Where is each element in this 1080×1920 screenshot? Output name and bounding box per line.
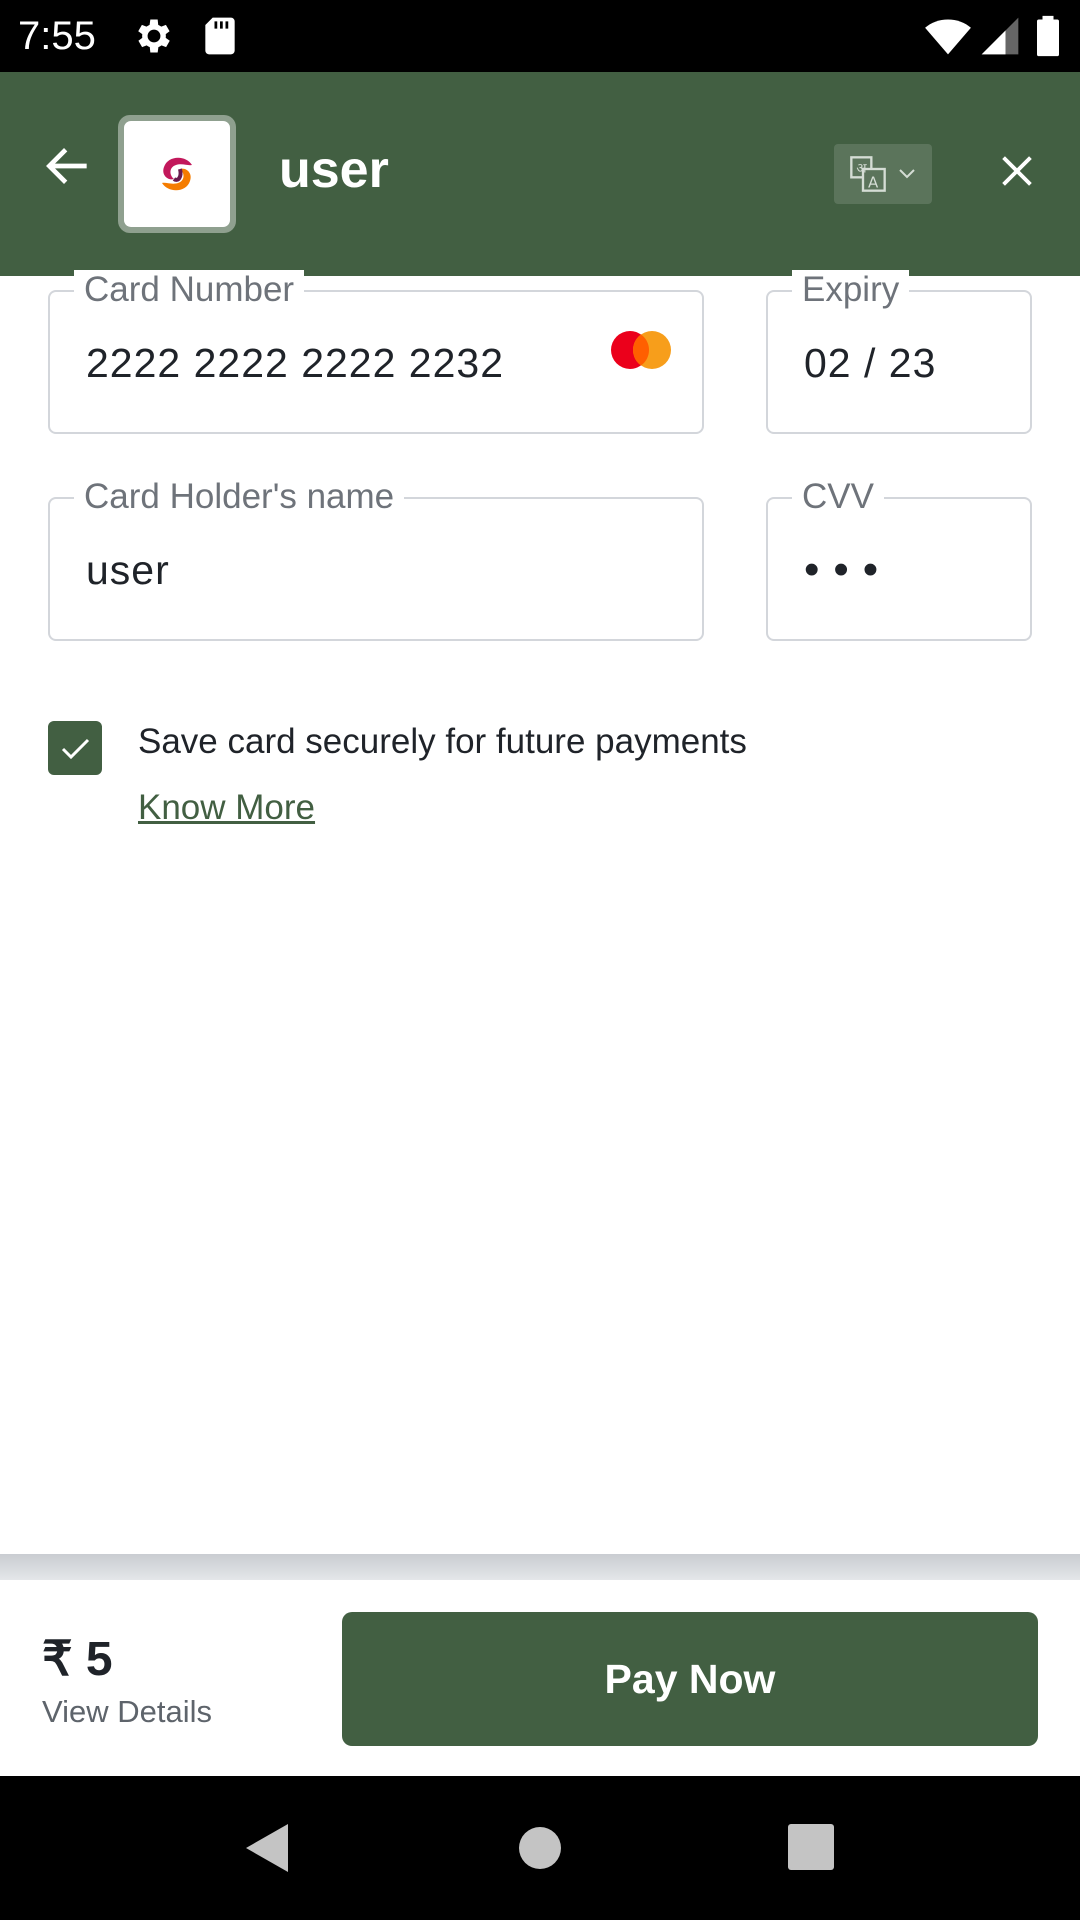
expiry-field[interactable]: Expiry 02 / 23: [766, 270, 1032, 434]
amount: ₹ 5: [42, 1633, 113, 1686]
merchant-logo: [118, 115, 236, 233]
checkmark-icon: [61, 738, 90, 760]
card-holder-label: Card Holder's name: [74, 477, 405, 517]
status-time: 7:55: [18, 14, 96, 58]
bottom-bar: ₹ 5 View Details Pay Now: [0, 1580, 1080, 1776]
wifi-icon: [925, 19, 971, 55]
settings-icon: [138, 19, 170, 53]
cvv-field[interactable]: CVV •••: [766, 477, 1032, 641]
battery-icon: [1037, 15, 1059, 57]
bottom-divider: [0, 1554, 1080, 1580]
recents-square-icon[interactable]: [784, 1820, 840, 1876]
cvv-value: •••: [804, 545, 893, 594]
save-card-label: Save card securely for future payments: [138, 722, 747, 761]
home-circle-icon[interactable]: [512, 1820, 568, 1876]
pay-now-button[interactable]: Pay Now: [342, 1612, 1038, 1746]
card-holder-field[interactable]: Card Holder's name user: [48, 477, 704, 641]
navigation-bar: [0, 1776, 1080, 1920]
header: user अ A: [0, 72, 1080, 276]
merchant-logo-icon: [162, 157, 192, 191]
sd-card-icon: [205, 17, 235, 55]
card-number-value: 2222 2222 2222 2232: [86, 340, 505, 386]
cvv-label: CVV: [792, 477, 884, 517]
close-icon[interactable]: [994, 148, 1040, 194]
expiry-value: 02 / 23: [804, 340, 937, 386]
card-number-label: Card Number: [74, 270, 305, 310]
status-bar: 7:55: [0, 0, 1080, 72]
card-holder-value: user: [86, 547, 170, 593]
save-card-checkbox[interactable]: [48, 721, 102, 775]
translate-icon: अ A: [850, 156, 886, 192]
page-title: user: [279, 141, 389, 199]
view-details-link[interactable]: View Details: [42, 1692, 212, 1732]
chevron-down-icon: [899, 169, 915, 179]
back-arrow-icon[interactable]: [40, 138, 96, 194]
svg-text:अ: अ: [856, 161, 867, 176]
mastercard-icon: [611, 331, 671, 369]
expiry-label: Expiry: [792, 270, 910, 310]
cell-signal-icon: [981, 17, 1019, 55]
svg-text:A: A: [868, 173, 879, 191]
card-number-field[interactable]: Card Number 2222 2222 2222 2232: [48, 270, 704, 434]
back-triangle-icon[interactable]: [240, 1820, 296, 1876]
language-selector[interactable]: अ A: [834, 144, 932, 204]
know-more-link[interactable]: Know More: [138, 784, 315, 832]
